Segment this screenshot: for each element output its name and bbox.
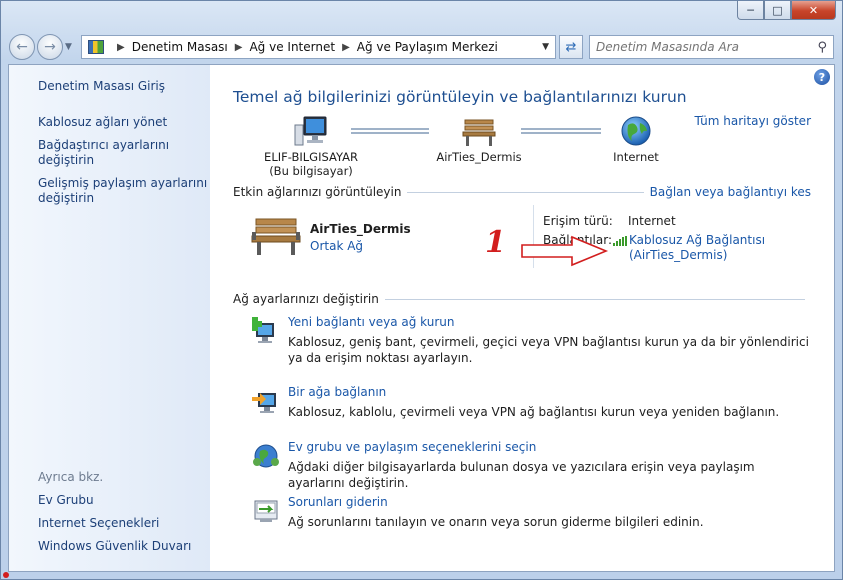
sidebar-advanced-sharing[interactable]: Gelişmiş paylaşım ayarlarını değiştirin (38, 176, 210, 206)
help-icon[interactable]: ? (814, 69, 830, 85)
navigation-bar: ← → ▼ ▶ Denetim Masası ▶ Ağ ve Internet … (9, 33, 834, 61)
main-panel: ? Temel ağ bilgilerinizi görüntüleyin ve… (210, 65, 834, 571)
change-settings-label: Ağ ayarlarınızı değiştirin (233, 292, 379, 306)
active-networks-label: Etkin ağlarınızı görüntüleyin (233, 185, 402, 199)
sidebar-adapter-settings[interactable]: Bağdaştırıcı ayarlarını değiştirin (38, 138, 210, 168)
task-new-connection: Yeni bağlantı veya ağ kurun Kablosuz, ge… (250, 315, 813, 366)
address-bar[interactable]: ▶ Denetim Masası ▶ Ağ ve Internet ▶ Ağ v… (81, 35, 556, 59)
task-homegroup: Ev grubu ve paylaşım seçeneklerini seçin… (250, 440, 813, 491)
back-button[interactable]: ← (9, 34, 35, 60)
back-arrow-icon: ← (16, 39, 28, 55)
network-map: ELIF-BILGISAYAR (Bu bilgisayar) AirTies_… (256, 112, 659, 182)
globe-icon (621, 116, 651, 146)
caption-buttons: ─ □ ✕ (737, 1, 836, 20)
sidebar-manage-wireless[interactable]: Kablosuz ağları yönet (38, 115, 210, 130)
window: ─ □ ✕ ← → ▼ ▶ Denetim Masası ▶ Ağ ve Int… (0, 0, 843, 580)
homegroup-link[interactable]: Ev grubu ve paylaşım seçeneklerini seçin (288, 440, 813, 454)
sidebar: Denetim Masası Giriş Kablosuz ağları yön… (9, 65, 210, 571)
public-network-bench-icon[interactable] (250, 215, 302, 257)
connect-disconnect-link[interactable]: Bağlan veya bağlantıyı kes (650, 185, 811, 199)
new-connection-icon (252, 317, 274, 343)
connect-network-icon (252, 393, 276, 413)
access-type-value: Internet (628, 214, 676, 228)
connect-network-desc: Kablosuz, kablolu, çevirmeli veya VPN ağ… (288, 405, 780, 419)
troubleshoot-desc: Ağ sorunlarını tanılayın ve onarın veya … (288, 515, 704, 529)
corner-marker (3, 572, 9, 578)
section-divider (407, 191, 644, 193)
control-panel-icon (88, 40, 104, 54)
computer-name: ELIF-BILGISAYAR (264, 150, 358, 164)
search-icon[interactable]: ⚲ (817, 40, 827, 55)
sidebar-control-panel-home[interactable]: Denetim Masası Giriş (38, 79, 210, 94)
wireless-connection-link[interactable]: Kablosuz Ağ Bağlantısı (AirTies_Dermis) (629, 233, 765, 263)
minimize-button[interactable]: ─ (737, 1, 764, 20)
breadcrumb-separator-icon[interactable]: ▶ (117, 42, 125, 53)
homegroup-desc: Ağdaki diğer bilgisayarlarda bulunan dos… (288, 460, 755, 490)
network-name: AirTies_Dermis (436, 150, 522, 164)
annotation-arrow-icon (521, 235, 609, 267)
new-connection-desc: Kablosuz, geniş bant, çevirmeli, geçici … (288, 335, 809, 365)
breadcrumb-control-panel[interactable]: Denetim Masası (132, 40, 228, 54)
close-button[interactable]: ✕ (791, 1, 836, 20)
computer-icon (294, 116, 327, 146)
see-also-internet-options[interactable]: Internet Seçenekleri (38, 516, 191, 531)
see-also-title: Ayrıca bkz. (38, 470, 104, 484)
breadcrumb-separator-icon[interactable]: ▶ (235, 42, 243, 53)
troubleshoot-icon (254, 500, 278, 522)
access-type-label: Erişim türü: (543, 214, 613, 228)
computer-subtitle: (Bu bilgisayar) (269, 164, 353, 178)
active-network-name: AirTies_Dermis (310, 222, 411, 236)
refresh-icon: ⇄ (565, 39, 577, 55)
internet-label: Internet (613, 150, 659, 164)
connection-line-1: Kablosuz Ağ Bağlantısı (629, 233, 766, 247)
breadcrumb-network-sharing-center[interactable]: Ağ ve Paylaşım Merkezi (357, 40, 498, 54)
breadcrumb-separator-icon[interactable]: ▶ (342, 42, 350, 53)
active-networks-section: Etkin ağlarınızı görüntüleyin Bağlan vey… (233, 185, 811, 199)
search-box[interactable]: ⚲ (589, 35, 834, 59)
refresh-button[interactable]: ⇄ (559, 35, 583, 59)
breadcrumb-network-internet[interactable]: Ağ ve Internet (249, 40, 335, 54)
see-also-homegroup[interactable]: Ev Grubu (38, 493, 191, 508)
homegroup-icon (253, 444, 279, 468)
bench-icon (462, 119, 496, 146)
address-dropdown-icon[interactable]: ▼ (542, 42, 549, 52)
see-also-list: Ev Grubu Internet Seçenekleri Windows Gü… (38, 493, 191, 562)
forward-button[interactable]: → (37, 34, 63, 60)
task-troubleshoot: Sorunları giderin Ağ sorunlarını tanılay… (250, 495, 813, 530)
task-connect-network: Bir ağa bağlanın Kablosuz, kablolu, çevi… (250, 385, 813, 420)
forward-arrow-icon: → (44, 39, 56, 55)
change-settings-section: Ağ ayarlarınızı değiştirin (233, 292, 811, 306)
annotation-number: 1 (485, 225, 506, 260)
network-type-link[interactable]: Ortak Ağ (310, 239, 411, 253)
map-node-computer[interactable]: ELIF-BILGISAYAR (Bu bilgisayar) (256, 112, 366, 178)
content-area: Denetim Masası Giriş Kablosuz ağları yön… (8, 64, 835, 572)
map-node-internet[interactable]: Internet (586, 112, 686, 164)
see-also-windows-firewall[interactable]: Windows Güvenlik Duvarı (38, 539, 191, 554)
see-full-map-link[interactable]: Tüm haritayı göster (694, 114, 811, 128)
section-divider (384, 298, 805, 300)
wireless-signal-icon (613, 236, 627, 246)
search-input[interactable] (596, 40, 818, 54)
page-title: Temel ağ bilgilerinizi görüntüleyin ve b… (233, 88, 687, 106)
recent-pages-dropdown[interactable]: ▼ (65, 42, 77, 52)
map-link-line (351, 128, 429, 134)
map-node-network[interactable]: AirTies_Dermis (424, 112, 534, 164)
troubleshoot-link[interactable]: Sorunları giderin (288, 495, 813, 509)
connection-line-2: (AirTies_Dermis) (629, 248, 728, 262)
access-type-row: Erişim türü: Internet (543, 214, 676, 228)
active-network-card: AirTies_Dermis Ortak Ağ (250, 215, 411, 257)
connect-network-link[interactable]: Bir ağa bağlanın (288, 385, 813, 399)
maximize-button[interactable]: □ (764, 1, 791, 20)
new-connection-link[interactable]: Yeni bağlantı veya ağ kurun (288, 315, 813, 329)
